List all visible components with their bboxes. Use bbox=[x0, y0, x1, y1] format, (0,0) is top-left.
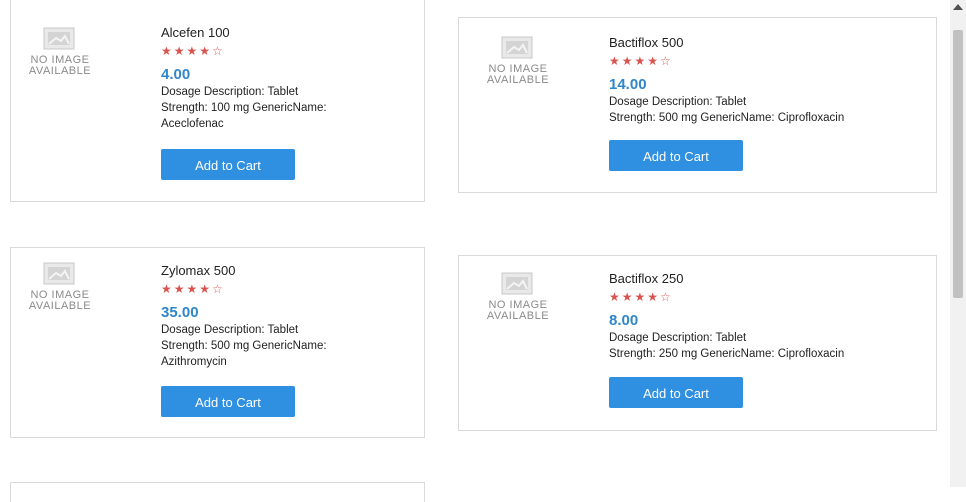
scroll-up-arrow-icon[interactable] bbox=[953, 4, 963, 10]
product-name[interactable]: Zylomax 500 bbox=[161, 263, 327, 279]
product-info: Bactiflox 250 ★★★★☆ 8.00 Dosage Descript… bbox=[609, 271, 844, 362]
star-rating: ★★★★☆ bbox=[161, 282, 225, 296]
product-card: NO IMAGE AVAILABLE Alcefen 100 ★★★★☆ 4.0… bbox=[10, 0, 425, 202]
no-image-text: AVAILABLE bbox=[28, 300, 92, 312]
no-image-placeholder: NO IMAGE AVAILABLE bbox=[475, 34, 561, 86]
dosage-description: Dosage Description: Tablet bbox=[161, 324, 299, 336]
strength-text: Strength: 500 mg GenericName: Ciprofloxa… bbox=[609, 112, 845, 124]
star-rating: ★★★★☆ bbox=[161, 44, 225, 58]
product-info: Zylomax 500 ★★★★☆ 35.00 Dosage Descripti… bbox=[161, 263, 327, 370]
product-name[interactable]: Bactiflox 250 bbox=[609, 271, 844, 287]
no-image-placeholder: NO IMAGE AVAILABLE bbox=[17, 25, 103, 77]
no-image-placeholder: NO IMAGE AVAILABLE bbox=[17, 260, 103, 312]
dosage-description: Dosage Description: Tablet bbox=[609, 96, 747, 108]
no-image-placeholder: NO IMAGE AVAILABLE bbox=[475, 270, 561, 322]
product-name[interactable]: Bactiflox 500 bbox=[609, 35, 844, 51]
no-image-text: AVAILABLE bbox=[486, 310, 550, 322]
add-to-cart-button[interactable]: Add to Cart bbox=[161, 386, 295, 417]
add-to-cart-button[interactable]: Add to Cart bbox=[609, 140, 743, 171]
image-placeholder-icon bbox=[43, 27, 75, 50]
add-to-cart-button[interactable]: Add to Cart bbox=[161, 149, 295, 180]
product-price: 4.00 bbox=[161, 66, 191, 83]
image-placeholder-icon bbox=[43, 262, 75, 285]
no-image-text: AVAILABLE bbox=[486, 74, 550, 86]
product-name[interactable]: Alcefen 100 bbox=[161, 25, 327, 41]
product-card bbox=[10, 482, 425, 502]
no-image-text: AVAILABLE bbox=[28, 65, 92, 77]
strength-text: Strength: 100 mg GenericName: bbox=[161, 102, 327, 114]
product-info: Alcefen 100 ★★★★☆ 4.00 Dosage Descriptio… bbox=[161, 25, 327, 132]
product-price: 14.00 bbox=[609, 76, 647, 93]
product-info: Bactiflox 500 ★★★★☆ 14.00 Dosage Descrip… bbox=[609, 35, 844, 126]
star-rating: ★★★★☆ bbox=[609, 54, 673, 68]
dosage-description: Dosage Description: Tablet bbox=[161, 86, 299, 98]
product-price: 35.00 bbox=[161, 304, 199, 321]
strength-text: Azithromycin bbox=[161, 356, 227, 368]
strength-text: Strength: 250 mg GenericName: Ciprofloxa… bbox=[609, 348, 845, 360]
product-price: 8.00 bbox=[609, 312, 639, 329]
product-card: NO IMAGE AVAILABLE Bactiflox 250 ★★★★☆ 8… bbox=[458, 255, 937, 431]
scrollbar[interactable] bbox=[950, 0, 966, 487]
strength-text: Aceclofenac bbox=[161, 118, 224, 130]
image-placeholder-icon bbox=[501, 36, 533, 59]
strength-text: Strength: 500 mg GenericName: bbox=[161, 340, 327, 352]
scrollbar-thumb[interactable] bbox=[953, 30, 963, 298]
dosage-description: Dosage Description: Tablet bbox=[609, 332, 747, 344]
image-placeholder-icon bbox=[501, 272, 533, 295]
product-card: NO IMAGE AVAILABLE Zylomax 500 ★★★★☆ 35.… bbox=[10, 247, 425, 438]
add-to-cart-button[interactable]: Add to Cart bbox=[609, 377, 743, 408]
product-card: NO IMAGE AVAILABLE Bactiflox 500 ★★★★☆ 1… bbox=[458, 17, 937, 193]
star-rating: ★★★★☆ bbox=[609, 290, 673, 304]
